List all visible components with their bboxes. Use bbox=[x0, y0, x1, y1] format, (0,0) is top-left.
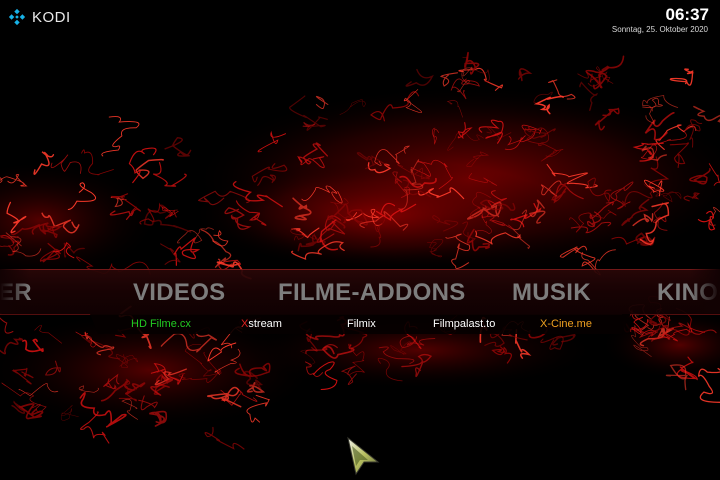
submenu-item-filmix[interactable]: Filmix bbox=[347, 318, 376, 330]
menu-item-videos[interactable]: VIDEOS bbox=[133, 279, 226, 307]
logo-text: KODI bbox=[32, 8, 71, 26]
menu-fade-left bbox=[0, 269, 30, 313]
submenu-item-hd-filme[interactable]: HD Filme.cx bbox=[131, 318, 191, 330]
background-vein bbox=[693, 105, 720, 123]
background-vein bbox=[101, 116, 140, 157]
background-vein bbox=[405, 68, 434, 87]
background-artwork bbox=[0, 51, 720, 450]
background-vein bbox=[152, 161, 187, 187]
kodi-logo[interactable]: KODI bbox=[8, 8, 71, 26]
background-vein bbox=[160, 243, 181, 265]
background-vein bbox=[585, 55, 625, 90]
menu-item-filme-addons[interactable]: FILME-ADDONS bbox=[278, 279, 466, 307]
submenu-item-filmpalast[interactable]: Filmpalast.to bbox=[433, 318, 495, 330]
background-vein bbox=[164, 136, 192, 157]
background-vein bbox=[0, 312, 14, 334]
background-vein bbox=[204, 426, 245, 450]
submenu-edge-left bbox=[90, 314, 98, 334]
background-vein bbox=[517, 68, 533, 82]
menu-item-musik[interactable]: MUSIK bbox=[512, 279, 591, 307]
background-vein bbox=[440, 72, 459, 87]
submenu-item-label: stream bbox=[248, 318, 282, 330]
kodi-logo-icon bbox=[8, 8, 26, 26]
submenu-item-x-cine[interactable]: X-Cine.me bbox=[540, 318, 592, 330]
submenu-item-label: HD Filme.cx bbox=[131, 318, 191, 330]
menu-fade-right bbox=[690, 269, 720, 313]
clock-date: Sonntag, 25. Oktober 2020 bbox=[611, 25, 708, 34]
clock-time: 06:37 bbox=[665, 5, 709, 24]
mouse-pointer-icon bbox=[347, 436, 380, 476]
background-vein bbox=[669, 68, 695, 86]
submenu-edge-right bbox=[622, 314, 630, 334]
submenu-item-label: X-Cine.me bbox=[540, 318, 592, 330]
submenu-item-label: Filmpalast.to bbox=[433, 318, 496, 330]
submenu-item-xstream[interactable]: Xstream bbox=[241, 318, 282, 330]
submenu-item-label: Filmix bbox=[347, 318, 376, 330]
